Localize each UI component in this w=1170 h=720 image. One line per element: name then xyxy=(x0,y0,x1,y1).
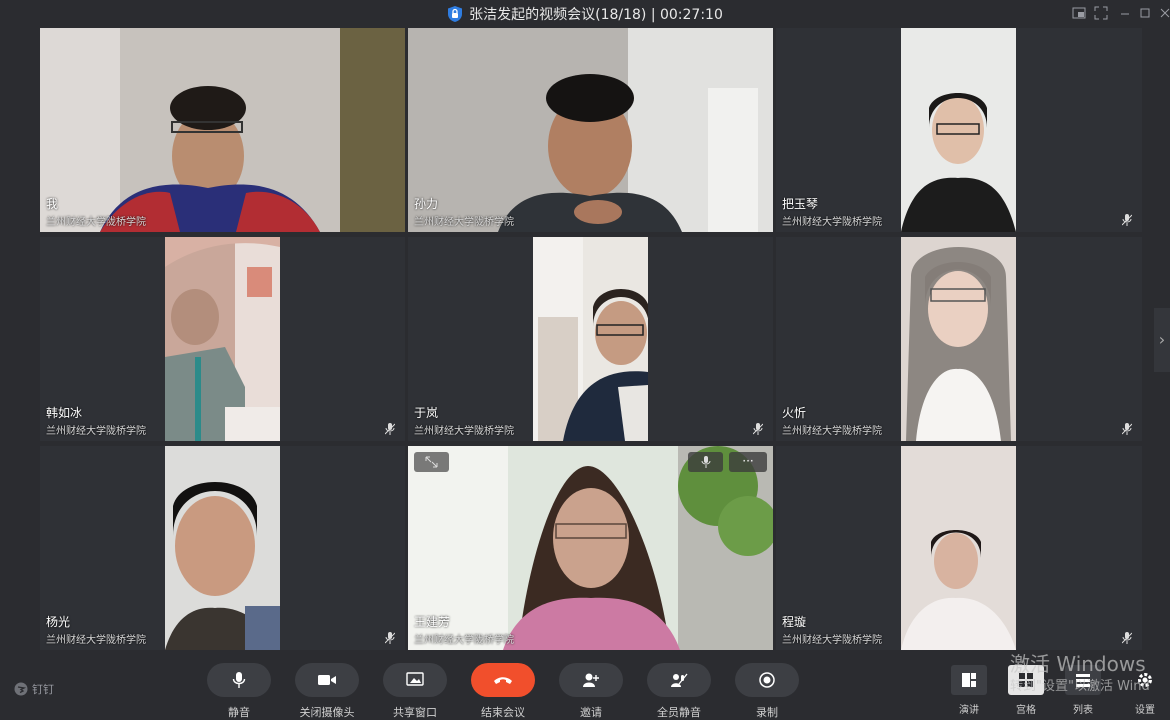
settings-label: 设置 xyxy=(1135,705,1155,716)
share-window-button[interactable]: 共享窗口 xyxy=(383,663,447,720)
video-tile[interactable]: 孙力 兰州财经大学陇桥学院 xyxy=(408,28,773,232)
brand-logo: 钉钉 xyxy=(14,681,54,697)
invite-button[interactable]: 邀请 xyxy=(559,663,623,720)
participant-org: 兰州财经大学陇桥学院 xyxy=(46,635,146,646)
video-feed xyxy=(165,446,280,650)
maximize-icon[interactable] xyxy=(1137,6,1153,22)
windows-activation-hint: 转到"设置"以激活 Wind xyxy=(1010,679,1150,694)
lock-shield-icon xyxy=(448,6,463,22)
participant-org: 兰州财经大学陇桥学院 xyxy=(414,426,514,437)
mic-muted-icon xyxy=(1122,214,1132,226)
mute-button[interactable]: 静音 xyxy=(207,663,271,720)
mic-muted-icon xyxy=(753,423,763,435)
invite-label: 邀请 xyxy=(580,706,602,719)
mute-all-icon xyxy=(671,673,688,687)
video-tile[interactable]: 火忻 兰州财经大学陇桥学院 xyxy=(776,237,1142,441)
participant-org: 兰州财经大学陇桥学院 xyxy=(782,426,882,437)
video-tile[interactable]: 程璇 兰州财经大学陇桥学院 xyxy=(776,446,1142,650)
video-feed xyxy=(165,237,280,441)
mic-muted-icon xyxy=(385,632,395,644)
mic-muted-icon xyxy=(385,423,395,435)
video-tile[interactable]: 我 兰州财经大学陇桥学院 xyxy=(40,28,405,232)
camera-off-button[interactable]: 关闭摄像头 xyxy=(295,663,359,720)
video-tile-active[interactable]: ··· 王建芳 兰州财经大学陇桥学院 xyxy=(408,446,773,650)
participant-name: 杨光 xyxy=(46,615,71,629)
fullscreen-icon[interactable] xyxy=(1093,6,1109,22)
video-feed xyxy=(901,237,1016,441)
participant-name: 把玉琴 xyxy=(782,197,819,211)
presenter-view-button[interactable]: 演讲 xyxy=(949,665,989,716)
mute-label: 静音 xyxy=(228,706,250,719)
control-bar: 钉钉 静音 关闭摄像头 共享窗口 结束会议 邀请 全员静音 录制 演讲 宫格 列… xyxy=(0,650,1170,719)
participant-name: 火忻 xyxy=(782,406,807,420)
presenter-label: 演讲 xyxy=(959,705,979,716)
window-title: 张洁发起的视频会议(18/18) | 00:27:10 xyxy=(469,7,723,23)
mic-muted-icon xyxy=(1122,632,1132,644)
video-feed xyxy=(40,28,405,232)
video-feed xyxy=(901,28,1016,232)
participant-org: 兰州财经大学陇桥学院 xyxy=(782,635,882,646)
participant-org: 兰州财经大学陇桥学院 xyxy=(414,217,514,228)
video-tile[interactable]: 于岚 兰州财经大学陇桥学院 xyxy=(408,237,773,441)
mic-muted-icon xyxy=(1122,423,1132,435)
participant-org: 兰州财经大学陇桥学院 xyxy=(46,217,146,228)
title-bar: 张洁发起的视频会议(18/18) | 00:27:10 xyxy=(0,0,1170,28)
participant-name: 程璇 xyxy=(782,615,807,629)
video-tile[interactable]: 杨光 兰州财经大学陇桥学院 xyxy=(40,446,405,650)
video-feed xyxy=(901,446,1016,650)
video-feed xyxy=(408,28,773,232)
share-window-label: 共享窗口 xyxy=(393,706,437,719)
camera-icon xyxy=(318,675,336,685)
close-icon[interactable] xyxy=(1157,6,1170,22)
microphone-icon xyxy=(232,672,246,688)
share-screen-icon xyxy=(406,672,424,686)
record-label: 录制 xyxy=(756,706,778,719)
next-page-chevron-icon[interactable]: › xyxy=(1154,308,1170,372)
end-meeting-button[interactable]: 结束会议 xyxy=(471,663,535,720)
video-feed xyxy=(533,237,648,441)
brand-name: 钉钉 xyxy=(32,683,54,696)
participant-name: 孙力 xyxy=(414,197,439,211)
video-grid: 我 兰州财经大学陇桥学院 孙力 兰州财经大学陇桥学院 把玉琴 兰州财经大学陇桥学… xyxy=(40,28,1142,650)
tile-more-button[interactable]: ··· xyxy=(729,452,767,472)
list-label: 列表 xyxy=(1073,705,1093,716)
participant-org: 兰州财经大学陇桥学院 xyxy=(46,426,146,437)
participant-name: 王建芳 xyxy=(414,615,451,629)
hang-up-icon xyxy=(494,677,512,684)
expand-view-button[interactable] xyxy=(414,452,449,472)
video-tile[interactable]: 把玉琴 兰州财经大学陇桥学院 xyxy=(776,28,1142,232)
pip-icon[interactable] xyxy=(1071,6,1087,22)
minimize-icon[interactable] xyxy=(1117,6,1133,22)
camera-off-label: 关闭摄像头 xyxy=(299,706,355,719)
participant-name: 我 xyxy=(46,197,59,211)
tile-mic-button[interactable] xyxy=(688,452,723,472)
grid-label: 宫格 xyxy=(1016,705,1036,716)
participant-name: 于岚 xyxy=(414,406,439,420)
record-button[interactable]: 录制 xyxy=(735,663,799,720)
participant-org: 兰州财经大学陇桥学院 xyxy=(782,217,882,228)
video-feed xyxy=(408,446,773,650)
end-meeting-label: 结束会议 xyxy=(481,706,525,719)
record-icon xyxy=(759,672,775,688)
add-user-icon xyxy=(583,673,599,687)
mute-all-button[interactable]: 全员静音 xyxy=(647,663,711,720)
windows-activation-watermark: 激活 Windows xyxy=(1010,652,1146,676)
presenter-layout-icon xyxy=(962,673,976,687)
participant-name: 韩如冰 xyxy=(46,406,83,420)
video-tile[interactable]: 韩如冰 兰州财经大学陇桥学院 xyxy=(40,237,405,441)
mute-all-label: 全员静音 xyxy=(657,706,701,719)
participant-org: 兰州财经大学陇桥学院 xyxy=(414,635,514,646)
dingtalk-icon xyxy=(14,682,28,696)
